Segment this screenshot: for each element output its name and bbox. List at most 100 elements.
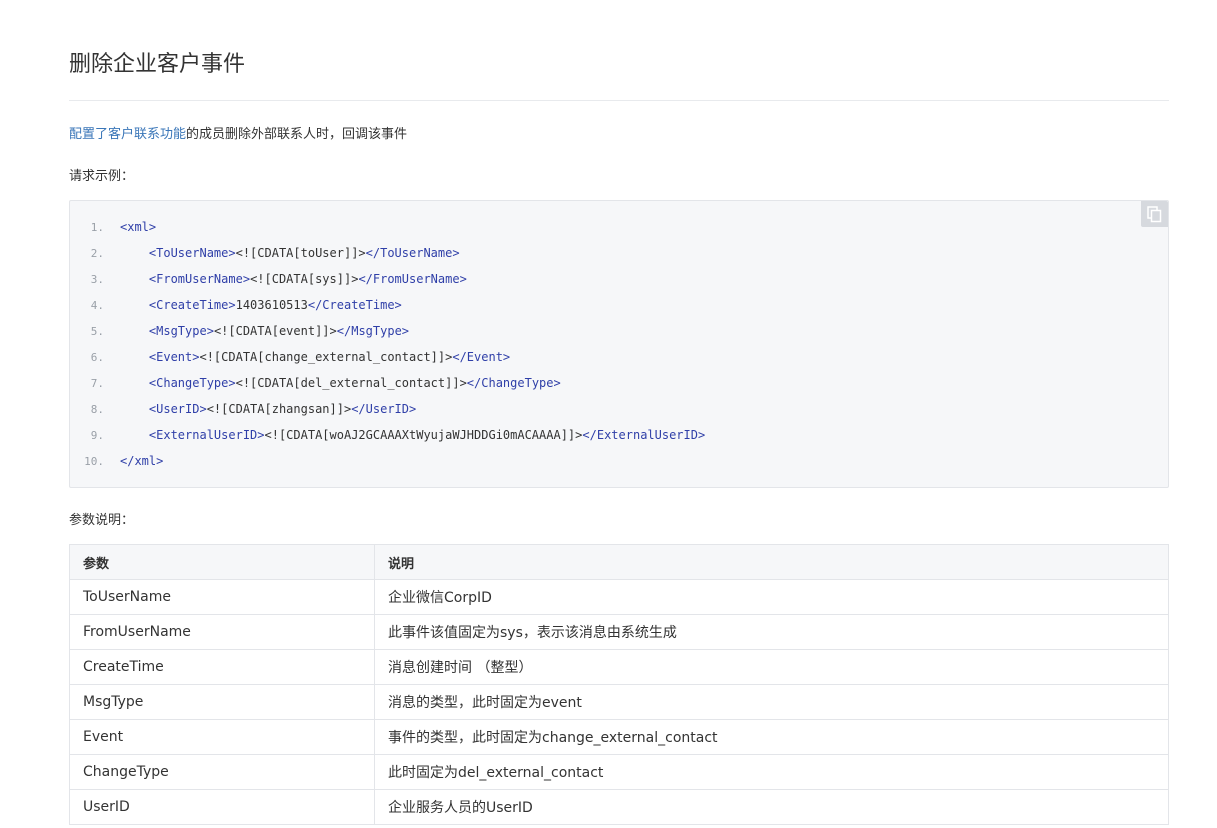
param-name-cell: MsgType xyxy=(69,684,375,720)
xml-open-tag: <xml> xyxy=(120,220,157,234)
param-name-cell: Event xyxy=(69,719,375,755)
xml-open-tag: <CreateTime> xyxy=(148,298,236,312)
param-desc-cell: 事件的类型，此时固定为change_external_contact xyxy=(374,719,1169,755)
line-number: 9. xyxy=(90,429,104,442)
params-label: 参数说明： xyxy=(69,513,135,528)
code-content: <UserID><![CDATA[zhangsan]]></UserID> xyxy=(120,396,416,422)
copy-button[interactable] xyxy=(1141,201,1168,227)
code-content: <ToUserName><![CDATA[toUser]]></ToUserNa… xyxy=(120,240,460,266)
line-number: 3. xyxy=(90,273,104,286)
line-number: 10. xyxy=(84,455,104,468)
line-number: 4. xyxy=(90,299,104,312)
param-desc-cell: 此时固定为del_external_contact xyxy=(374,754,1169,790)
xml-open-tag: </xml> xyxy=(120,454,164,468)
table-row: ToUserName 企业微信CorpID xyxy=(69,579,1169,615)
xml-open-tag: <FromUserName> xyxy=(148,272,251,286)
param-name-cell: CreateTime xyxy=(69,649,375,685)
code-line: 4. <CreateTime>1403610513</CreateTime> xyxy=(70,292,402,318)
xml-open-tag: <UserID> xyxy=(148,402,207,416)
code-line: 5. <MsgType><![CDATA[event]]></MsgType> xyxy=(70,318,409,344)
param-desc-cell: 企业微信CorpID xyxy=(374,579,1169,615)
xml-open-tag: <ChangeType> xyxy=(148,376,236,390)
xml-close-tag: </UserID> xyxy=(351,402,417,416)
xml-open-tag: <ExternalUserID> xyxy=(148,428,265,442)
param-desc-cell: 消息的类型，此时固定为event xyxy=(374,684,1169,720)
param-name-cell: UserID xyxy=(69,789,375,825)
xml-value: <![CDATA[sys]]> xyxy=(250,272,359,286)
xml-open-tag: <Event> xyxy=(148,350,200,364)
code-content: <Event><![CDATA[change_external_contact]… xyxy=(120,344,510,370)
table-row: ChangeType 此时固定为del_external_contact xyxy=(69,754,1169,790)
code-lines: 1. <xml> 2. <ToUserName><![CDATA[toUser]]>… xyxy=(70,214,705,474)
param-name-cell: ChangeType xyxy=(69,754,375,790)
code-line: 10. </xml> xyxy=(70,448,163,474)
table-header-row: 参数 说明 xyxy=(69,544,1169,580)
code-line: 2. <ToUserName><![CDATA[toUser]]></ToUse… xyxy=(70,240,460,266)
xml-value: <![CDATA[zhangsan]]> xyxy=(206,402,352,416)
page-title: 删除企业客户事件 xyxy=(69,52,246,77)
xml-close-tag: </Event> xyxy=(452,350,511,364)
code-content: </xml> xyxy=(120,448,163,474)
xml-close-tag: </FromUserName> xyxy=(358,272,467,286)
param-name-cell: FromUserName xyxy=(69,614,375,650)
xml-close-tag: </MsgType> xyxy=(336,324,410,338)
code-line: 3. <FromUserName><![CDATA[sys]]></FromUs… xyxy=(70,266,467,292)
code-content: <ChangeType><![CDATA[del_external_contac… xyxy=(120,370,561,396)
code-content: <FromUserName><![CDATA[sys]]></FromUserN… xyxy=(120,266,467,292)
line-number: 7. xyxy=(90,377,104,390)
code-line: 6. <Event><![CDATA[change_external_conta… xyxy=(70,344,510,370)
code-block: 1. <xml> 2. <ToUserName><![CDATA[toUser]]>… xyxy=(69,200,1169,488)
table-row: UserID 企业服务人员的UserID xyxy=(69,789,1169,825)
code-content: <MsgType><![CDATA[event]]></MsgType> xyxy=(120,318,409,344)
copy-icon xyxy=(1147,206,1162,223)
request-example-label: 请求示例： xyxy=(69,169,135,184)
xml-close-tag: </ChangeType> xyxy=(466,376,561,390)
code-content: <ExternalUserID><![CDATA[woAJ2GCAAAXtWyu… xyxy=(120,422,705,448)
params-table: 参数 说明 ToUserName 企业微信CorpID FromUserName 此事… xyxy=(69,544,1169,825)
table-row: MsgType 消息的类型，此时固定为event xyxy=(69,684,1169,720)
header-desc: 说明 xyxy=(374,544,1169,580)
code-line: 1. <xml> xyxy=(70,214,156,240)
table-row: FromUserName 此事件该值固定为sys，表示该消息由系统生成 xyxy=(69,614,1169,650)
header-param: 参数 xyxy=(69,544,375,580)
xml-value: <![CDATA[change_external_contact]]> xyxy=(199,350,453,364)
code-content: <xml> xyxy=(120,214,156,240)
title-divider xyxy=(69,100,1169,101)
xml-value: <![CDATA[woAJ2GCAAAXtWyujaWJHDDGi0mACAAA… xyxy=(264,428,583,442)
code-content: <CreateTime>1403610513</CreateTime> xyxy=(120,292,402,318)
xml-value: 1403610513 xyxy=(235,298,308,312)
param-desc-cell: 企业服务人员的UserID xyxy=(374,789,1169,825)
table-body: ToUserName 企业微信CorpID FromUserName 此事件该值固定为… xyxy=(69,579,1169,825)
xml-open-tag: <ToUserName> xyxy=(148,246,236,260)
line-number: 2. xyxy=(90,247,104,260)
xml-value: <![CDATA[event]]> xyxy=(213,324,337,338)
intro-text: 配置了客户联系功能的成员删除外部联系人时，回调该事件 xyxy=(69,125,407,145)
line-number: 6. xyxy=(90,351,104,364)
xml-close-tag: </ToUserName> xyxy=(365,246,460,260)
customer-contact-config-link[interactable]: 配置了客户联系功能 xyxy=(69,127,186,142)
table-row: Event 事件的类型，此时固定为change_external_contact xyxy=(69,719,1169,755)
xml-close-tag: </CreateTime> xyxy=(307,298,402,312)
line-number: 5. xyxy=(90,325,104,338)
xml-value: <![CDATA[del_external_contact]]> xyxy=(235,376,467,390)
line-number: 1. xyxy=(90,221,104,234)
xml-value: <![CDATA[toUser]]> xyxy=(235,246,366,260)
table-row: CreateTime 消息创建时间 （整型） xyxy=(69,649,1169,685)
intro-rest: 的成员删除外部联系人时，回调该事件 xyxy=(186,127,408,142)
code-line: 7. <ChangeType><![CDATA[del_external_con… xyxy=(70,370,561,396)
param-desc-cell: 此事件该值固定为sys，表示该消息由系统生成 xyxy=(374,614,1169,650)
param-name-cell: ToUserName xyxy=(69,579,375,615)
xml-close-tag: </ExternalUserID> xyxy=(582,428,706,442)
line-number: 8. xyxy=(90,403,104,416)
xml-open-tag: <MsgType> xyxy=(148,324,214,338)
param-desc-cell: 消息创建时间 （整型） xyxy=(374,649,1169,685)
code-line: 8. <UserID><![CDATA[zhangsan]]></UserID> xyxy=(70,396,416,422)
